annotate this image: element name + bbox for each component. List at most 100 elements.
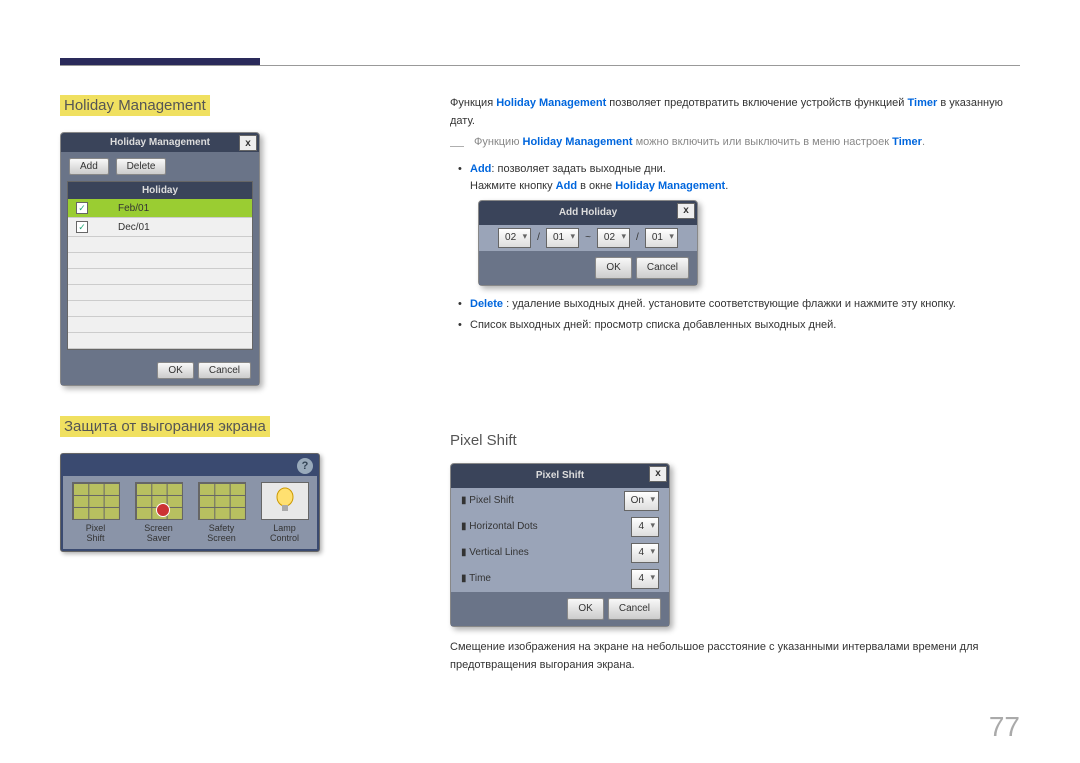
slash: / bbox=[636, 230, 639, 246]
right-column: Функция Holiday Management позволяет пре… bbox=[450, 95, 1030, 674]
note-text: Функцию Holiday Management можно включит… bbox=[474, 134, 925, 156]
table-row bbox=[68, 301, 252, 317]
title-text: Add Holiday bbox=[559, 205, 617, 221]
bullet-icon: • bbox=[450, 317, 470, 335]
pixel-shift-dialog: Pixel Shift x ▮ Pixel Shift On ▮ Horizon… bbox=[450, 463, 670, 627]
holiday-date-cell: Dec/01 bbox=[118, 222, 150, 233]
ok-button[interactable]: OK bbox=[567, 598, 603, 620]
add-holiday-dialog: Add Holiday x 02 / 01 ~ 02 / 01 OK Cance… bbox=[478, 200, 698, 286]
horizontal-dots-select[interactable]: 4 bbox=[631, 517, 659, 537]
field-time: ▮ Time 4 bbox=[451, 566, 669, 592]
term-add: Add bbox=[470, 163, 491, 175]
bullet-text: Add: позволяет задать выходные дни. Нажм… bbox=[470, 161, 728, 196]
field-label: ▮ Vertical Lines bbox=[461, 545, 529, 561]
title-text: Pixel Shift bbox=[536, 468, 584, 484]
range-separator: ~ bbox=[585, 230, 591, 246]
close-icon[interactable]: x bbox=[677, 203, 695, 219]
table-row bbox=[68, 285, 252, 301]
ok-button[interactable]: OK bbox=[157, 362, 193, 379]
text: : удаление выходных дней. установите соо… bbox=[503, 298, 956, 310]
close-icon[interactable]: x bbox=[649, 466, 667, 482]
dialog-title: Holiday Management x bbox=[61, 133, 259, 152]
safety-screen-option[interactable]: Safety Screen bbox=[193, 482, 250, 543]
bullet-add: • Add: позволяет задать выходные дни. На… bbox=[450, 161, 1030, 196]
table-row[interactable]: ✓ Feb/01 bbox=[68, 199, 252, 218]
heading-holiday-management: Holiday Management bbox=[60, 95, 210, 116]
table-row bbox=[68, 269, 252, 285]
text: Функция bbox=[450, 97, 496, 109]
term-add: Add bbox=[556, 180, 577, 192]
bullet-list: • Список выходных дней: просмотр списка … bbox=[450, 317, 1030, 335]
lamp-icon bbox=[261, 482, 309, 520]
checkbox-icon[interactable]: ✓ bbox=[76, 202, 88, 214]
option-label: Lamp Control bbox=[256, 523, 313, 543]
bullet-icon: • bbox=[450, 161, 470, 196]
dialog-footer: OK Cancel bbox=[451, 592, 669, 626]
day-from-select[interactable]: 01 bbox=[546, 228, 579, 248]
ok-button[interactable]: OK bbox=[595, 257, 631, 279]
month-from-select[interactable]: 02 bbox=[498, 228, 531, 248]
table-row bbox=[68, 253, 252, 269]
burn-options-row: Pixel Shift Screen Saver Safety Screen L… bbox=[63, 476, 317, 549]
pixel-shift-description: Смещение изображения на экране на неболь… bbox=[450, 639, 1030, 674]
text: можно включить или выключить в меню наст… bbox=[633, 136, 893, 148]
term-timer: Timer bbox=[892, 136, 922, 148]
add-button[interactable]: Add bbox=[69, 158, 109, 175]
text: Нажмите кнопку bbox=[470, 180, 556, 192]
screen-saver-icon bbox=[135, 482, 183, 520]
field-horizontal-dots: ▮ Horizontal Dots 4 bbox=[451, 514, 669, 540]
date-range-row: 02 / 01 ~ 02 / 01 bbox=[479, 225, 697, 251]
bullet-delete: • Delete : удаление выходных дней. устан… bbox=[450, 296, 1030, 314]
field-label: ▮ Pixel Shift bbox=[461, 493, 514, 509]
term-delete: Delete bbox=[470, 298, 503, 310]
text: в окне bbox=[577, 180, 615, 192]
term-timer: Timer bbox=[908, 97, 938, 109]
dialog-footer: OK Cancel bbox=[479, 251, 697, 285]
cancel-button[interactable]: Cancel bbox=[198, 362, 251, 379]
month-to-select[interactable]: 02 bbox=[597, 228, 630, 248]
screen-saver-option[interactable]: Screen Saver bbox=[130, 482, 187, 543]
bullet-icon: • bbox=[450, 296, 470, 314]
checkbox-icon[interactable]: ✓ bbox=[76, 221, 88, 233]
text: позволяет предотвратить включение устрой… bbox=[606, 97, 907, 109]
dialog-footer: OK Cancel bbox=[61, 356, 259, 385]
holiday-management-dialog: Holiday Management x Add Delete Holiday … bbox=[60, 132, 260, 386]
vertical-lines-select[interactable]: 4 bbox=[631, 543, 659, 563]
field-label: ▮ Time bbox=[461, 571, 491, 587]
safety-screen-icon bbox=[198, 482, 246, 520]
field-pixel-shift: ▮ Pixel Shift On bbox=[451, 488, 669, 514]
table-row bbox=[68, 333, 252, 349]
day-to-select[interactable]: 01 bbox=[645, 228, 678, 248]
column-header-holiday: Holiday bbox=[68, 182, 252, 199]
text: : позволяет задать выходные дни. bbox=[491, 163, 665, 175]
page-number: 77 bbox=[989, 711, 1020, 743]
table-row bbox=[68, 237, 252, 253]
cancel-button[interactable]: Cancel bbox=[608, 598, 661, 620]
heading-screen-burn-protection: Защита от выгорания экрана bbox=[60, 416, 270, 437]
term-holiday-management: Holiday Management bbox=[496, 97, 606, 109]
pixel-shift-icon bbox=[72, 482, 120, 520]
dialog-title: Add Holiday x bbox=[479, 201, 697, 225]
time-select[interactable]: 4 bbox=[631, 569, 659, 589]
pixel-shift-option[interactable]: Pixel Shift bbox=[67, 482, 124, 543]
field-label: ▮ Horizontal Dots bbox=[461, 519, 538, 535]
left-column: Holiday Management Holiday Management x … bbox=[60, 95, 320, 552]
close-icon[interactable]: x bbox=[239, 135, 257, 151]
title-text: Holiday Management bbox=[110, 137, 210, 148]
cancel-button[interactable]: Cancel bbox=[636, 257, 689, 279]
slash: / bbox=[537, 230, 540, 246]
delete-button[interactable]: Delete bbox=[116, 158, 167, 175]
field-vertical-lines: ▮ Vertical Lines 4 bbox=[451, 540, 669, 566]
table-row bbox=[68, 317, 252, 333]
heading-pixel-shift: Pixel Shift bbox=[450, 429, 1030, 453]
option-label: Safety Screen bbox=[193, 523, 250, 543]
lamp-control-option[interactable]: Lamp Control bbox=[256, 482, 313, 543]
text: Функцию bbox=[474, 136, 523, 148]
help-icon[interactable]: ? bbox=[297, 458, 313, 474]
bullet-text: Delete : удаление выходных дней. установ… bbox=[470, 296, 956, 314]
table-row[interactable]: ✓ Dec/01 bbox=[68, 218, 252, 237]
dash-icon: ― bbox=[450, 134, 474, 156]
pixel-shift-select[interactable]: On bbox=[624, 491, 659, 511]
term-holiday-management: Holiday Management bbox=[615, 180, 725, 192]
panel-top-bar: ? bbox=[63, 456, 317, 476]
